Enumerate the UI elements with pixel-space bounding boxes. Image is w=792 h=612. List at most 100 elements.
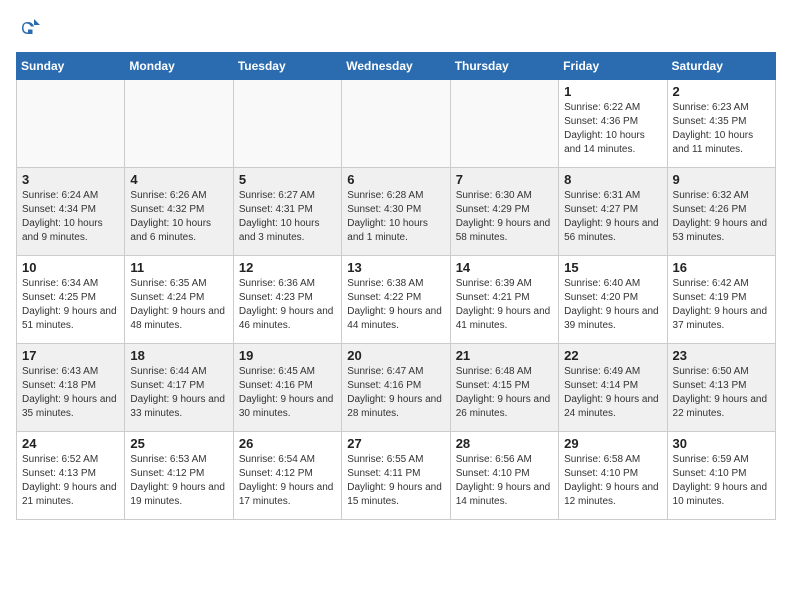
day-info: Sunrise: 6:47 AM Sunset: 4:16 PM Dayligh… [347,365,444,421]
day-number: 14 [456,260,553,275]
day-info: Sunrise: 6:22 AM Sunset: 4:36 PM Dayligh… [564,101,661,157]
table-row: 8 Sunrise: 6:31 AM Sunset: 4:27 PM Daylig… [559,168,667,256]
table-row: 1 Sunrise: 6:22 AM Sunset: 4:36 PM Daylig… [559,80,667,168]
week-row-5: 24Sunrise: 6:52 AM Sunset: 4:13 PM Dayli… [17,432,776,520]
day-info: Sunrise: 6:50 AM Sunset: 4:13 PM Dayligh… [673,365,770,421]
day-number: 6 [347,172,444,187]
table-row: 4Sunrise: 6:26 AM Sunset: 4:32 PM Daylig… [125,168,233,256]
day-number: 25 [130,436,227,451]
table-row: 14 Sunrise: 6:39 AM Sunset: 4:21 PM Dayli… [450,256,558,344]
day-info: Sunrise: 6:34 AM Sunset: 4:25 PM Dayligh… [22,277,119,333]
day-number: 8 [564,172,661,187]
table-row: 15 Sunrise: 6:40 AM Sunset: 4:20 PM Dayli… [559,256,667,344]
table-row: 11 Sunrise: 6:35 AM Sunset: 4:24 PM Dayli… [125,256,233,344]
table-row: 24Sunrise: 6:52 AM Sunset: 4:13 PM Dayli… [17,432,125,520]
day-number: 1 [564,84,661,99]
table-row [233,80,341,168]
day-number: 26 [239,436,336,451]
day-number: 28 [456,436,553,451]
table-row: 17 Sunrise: 6:43 AM Sunset: 4:18 PM Dayli… [17,344,125,432]
day-number: 30 [673,436,770,451]
weekday-header-wednesday: Wednesday [342,53,450,80]
day-number: 21 [456,348,553,363]
calendar-table: SundayMondayTuesdayWednesdayThursdayFrid… [16,52,776,520]
table-row [125,80,233,168]
day-info: Sunrise: 6:54 AM Sunset: 4:12 PM Dayligh… [239,453,336,509]
day-number: 12 [239,260,336,275]
table-row: 28 Sunrise: 6:56 AM Sunset: 4:10 PM Dayli… [450,432,558,520]
day-number: 16 [673,260,770,275]
day-number: 18 [130,348,227,363]
week-row-1: 1 Sunrise: 6:22 AM Sunset: 4:36 PM Daylig… [17,80,776,168]
day-info: Sunrise: 6:36 AM Sunset: 4:23 PM Dayligh… [239,277,336,333]
day-info: Sunrise: 6:44 AM Sunset: 4:17 PM Dayligh… [130,365,227,421]
day-number: 3 [22,172,119,187]
table-row: 18 Sunrise: 6:44 AM Sunset: 4:17 PM Dayli… [125,344,233,432]
day-number: 10 [22,260,119,275]
day-number: 23 [673,348,770,363]
table-row: 25 Sunrise: 6:53 AM Sunset: 4:12 PM Dayli… [125,432,233,520]
day-number: 29 [564,436,661,451]
weekday-header-monday: Monday [125,53,233,80]
day-info: Sunrise: 6:45 AM Sunset: 4:16 PM Dayligh… [239,365,336,421]
table-row: 3Sunrise: 6:24 AM Sunset: 4:34 PM Daylig… [17,168,125,256]
day-number: 22 [564,348,661,363]
day-number: 27 [347,436,444,451]
day-number: 20 [347,348,444,363]
day-info: Sunrise: 6:58 AM Sunset: 4:10 PM Dayligh… [564,453,661,509]
table-row: 10 Sunrise: 6:34 AM Sunset: 4:25 PM Dayli… [17,256,125,344]
day-number: 4 [130,172,227,187]
day-info: Sunrise: 6:43 AM Sunset: 4:18 PM Dayligh… [22,365,119,421]
page-header [16,16,776,40]
week-row-3: 10 Sunrise: 6:34 AM Sunset: 4:25 PM Dayli… [17,256,776,344]
logo [16,16,44,40]
day-number: 5 [239,172,336,187]
day-number: 7 [456,172,553,187]
day-info: Sunrise: 6:32 AM Sunset: 4:26 PM Dayligh… [673,189,770,245]
day-info: Sunrise: 6:31 AM Sunset: 4:27 PM Dayligh… [564,189,661,245]
day-number: 17 [22,348,119,363]
table-row [450,80,558,168]
day-info: Sunrise: 6:39 AM Sunset: 4:21 PM Dayligh… [456,277,553,333]
day-info: Sunrise: 6:59 AM Sunset: 4:10 PM Dayligh… [673,453,770,509]
table-row: 27 Sunrise: 6:55 AM Sunset: 4:11 PM Dayli… [342,432,450,520]
day-number: 9 [673,172,770,187]
day-number: 19 [239,348,336,363]
table-row: 19 Sunrise: 6:45 AM Sunset: 4:16 PM Dayli… [233,344,341,432]
table-row [342,80,450,168]
table-row: 22 Sunrise: 6:49 AM Sunset: 4:14 PM Dayli… [559,344,667,432]
day-info: Sunrise: 6:42 AM Sunset: 4:19 PM Dayligh… [673,277,770,333]
day-info: Sunrise: 6:53 AM Sunset: 4:12 PM Dayligh… [130,453,227,509]
table-row: 7 Sunrise: 6:30 AM Sunset: 4:29 PM Daylig… [450,168,558,256]
weekday-header-friday: Friday [559,53,667,80]
table-row: 26 Sunrise: 6:54 AM Sunset: 4:12 PM Dayli… [233,432,341,520]
weekday-header-saturday: Saturday [667,53,775,80]
table-row: 30 Sunrise: 6:59 AM Sunset: 4:10 PM Dayli… [667,432,775,520]
day-info: Sunrise: 6:35 AM Sunset: 4:24 PM Dayligh… [130,277,227,333]
day-info: Sunrise: 6:28 AM Sunset: 4:30 PM Dayligh… [347,189,444,245]
table-row: 29 Sunrise: 6:58 AM Sunset: 4:10 PM Dayli… [559,432,667,520]
table-row: 5 Sunrise: 6:27 AM Sunset: 4:31 PM Daylig… [233,168,341,256]
table-row: 13Sunrise: 6:38 AM Sunset: 4:22 PM Dayli… [342,256,450,344]
logo-icon [16,16,40,40]
day-info: Sunrise: 6:55 AM Sunset: 4:11 PM Dayligh… [347,453,444,509]
day-number: 2 [673,84,770,99]
day-number: 15 [564,260,661,275]
day-info: Sunrise: 6:49 AM Sunset: 4:14 PM Dayligh… [564,365,661,421]
day-info: Sunrise: 6:30 AM Sunset: 4:29 PM Dayligh… [456,189,553,245]
table-row: 16 Sunrise: 6:42 AM Sunset: 4:19 PM Dayli… [667,256,775,344]
day-info: Sunrise: 6:27 AM Sunset: 4:31 PM Dayligh… [239,189,336,245]
table-row: 20 Sunrise: 6:47 AM Sunset: 4:16 PM Dayli… [342,344,450,432]
day-number: 24 [22,436,119,451]
day-info: Sunrise: 6:23 AM Sunset: 4:35 PM Dayligh… [673,101,770,157]
day-info: Sunrise: 6:56 AM Sunset: 4:10 PM Dayligh… [456,453,553,509]
weekday-header-sunday: Sunday [17,53,125,80]
day-info: Sunrise: 6:38 AM Sunset: 4:22 PM Dayligh… [347,277,444,333]
table-row: 2 Sunrise: 6:23 AM Sunset: 4:35 PM Daylig… [667,80,775,168]
table-row: 9 Sunrise: 6:32 AM Sunset: 4:26 PM Daylig… [667,168,775,256]
table-row: 6 Sunrise: 6:28 AM Sunset: 4:30 PM Daylig… [342,168,450,256]
table-row: 23 Sunrise: 6:50 AM Sunset: 4:13 PM Dayli… [667,344,775,432]
day-info: Sunrise: 6:40 AM Sunset: 4:20 PM Dayligh… [564,277,661,333]
day-number: 11 [130,260,227,275]
day-info: Sunrise: 6:48 AM Sunset: 4:15 PM Dayligh… [456,365,553,421]
